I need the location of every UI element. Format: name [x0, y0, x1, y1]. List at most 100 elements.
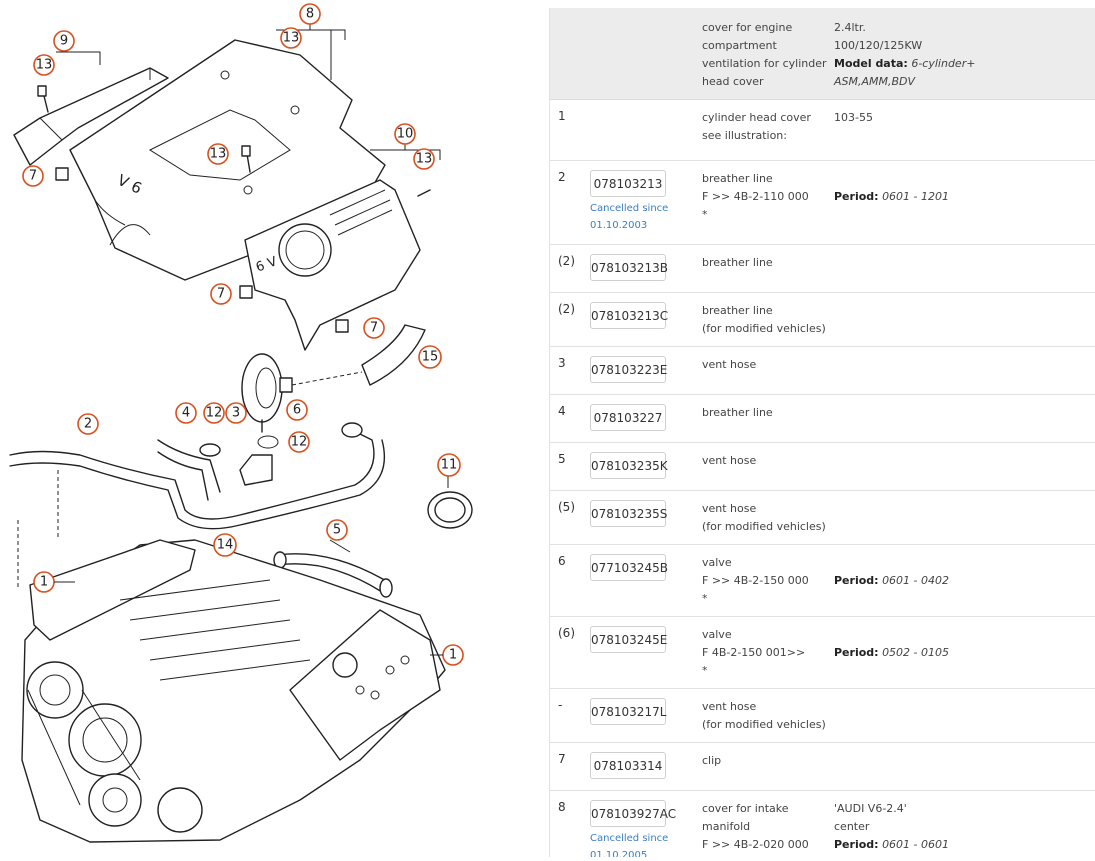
position-number: (2) [558, 254, 575, 268]
part-description: vent hose [702, 358, 757, 371]
callout-13[interactable]: 13 [33, 54, 55, 76]
callout-13[interactable]: 13 [207, 143, 229, 165]
position-number: 7 [558, 752, 566, 766]
part-number-button[interactable]: 078103235S [590, 500, 667, 527]
position-number: 6 [558, 554, 566, 568]
position-number: (6) [558, 626, 575, 640]
part-number-button[interactable]: 078103213B [590, 254, 668, 281]
svg-text:13: 13 [416, 152, 433, 167]
callout-1[interactable]: 1 [33, 571, 55, 593]
svg-text:15: 15 [422, 350, 439, 365]
part-description: vent hose (for modified vehicles) [702, 502, 826, 533]
position-number: 8 [558, 800, 566, 814]
svg-text:7: 7 [217, 287, 225, 302]
part-number-button[interactable]: 078103223E [590, 356, 667, 383]
table-row: 6 077103245B valve F >> 4B-2-150 000 * Peri… [550, 545, 1095, 617]
period-value: 0502 - 0105 [882, 646, 950, 659]
table-row: 3 078103223E vent hose [550, 347, 1095, 395]
svg-text:1: 1 [40, 575, 48, 590]
part-description: breather line (for modified vehicles) [702, 304, 826, 335]
position-number: - [558, 698, 563, 712]
callout-13[interactable]: 13 [413, 148, 435, 170]
table-row: 5 078103235K vent hose [550, 443, 1095, 491]
position-number: 1 [558, 109, 566, 123]
part-description: clip [702, 754, 722, 767]
callout-4[interactable]: 4 [175, 402, 197, 424]
part-number-button[interactable]: 078103213 [590, 170, 666, 197]
position-number: (5) [558, 500, 575, 514]
period-label: Period: [834, 646, 879, 659]
callout-11[interactable]: 11 [437, 453, 461, 477]
callout-9[interactable]: 9 [53, 30, 75, 52]
table-header: cover for engine compartment ventilation… [550, 8, 1095, 100]
part-description: vent hose [702, 454, 757, 467]
svg-text:7: 7 [370, 321, 378, 336]
part-description: breather line [702, 256, 773, 269]
position-number: 5 [558, 452, 566, 466]
svg-text:10: 10 [397, 127, 414, 142]
part-info: Period: 0601 - 1201 [834, 188, 949, 206]
callout-1[interactable]: 1 [442, 644, 464, 666]
position-number: (2) [558, 302, 575, 316]
period-value: 0601 - 0402 [882, 574, 950, 587]
part-number-button[interactable]: 078103245E [590, 626, 667, 653]
part-number-button[interactable]: 078103217L [590, 698, 666, 725]
period-value: 0601 - 1201 [882, 190, 950, 203]
model-data-label: Model data: [834, 57, 908, 70]
callout-7[interactable]: 7 [363, 317, 385, 339]
table-row: - 078103217L vent hose (for modified vehic… [550, 689, 1095, 743]
info-text: 103-55 [834, 111, 873, 124]
callout-12[interactable]: 12 [288, 431, 310, 453]
header-description: cover for engine compartment ventilation… [702, 21, 827, 88]
callout-7[interactable]: 7 [22, 165, 44, 187]
callout-8[interactable]: 8 [299, 3, 321, 25]
callout-14[interactable]: 14 [213, 533, 237, 557]
callout-7[interactable]: 7 [210, 283, 232, 305]
part-info: 103-55 [834, 109, 873, 127]
callout-13[interactable]: 13 [280, 27, 302, 49]
cancelled-note: Cancelled since 01.10.2003 [590, 203, 669, 231]
callout-2[interactable]: 2 [77, 413, 99, 435]
position-number: 2 [558, 170, 566, 184]
part-number-button[interactable]: 078103227 [590, 404, 666, 431]
svg-text:13: 13 [210, 147, 227, 162]
part-number-button[interactable]: 078103314 [590, 752, 666, 779]
svg-text:9: 9 [60, 34, 68, 49]
callout-3[interactable]: 3 [225, 402, 247, 424]
parts-table: cover for engine compartment ventilation… [549, 8, 1095, 857]
part-info: Period: 0601 - 0402 [834, 572, 949, 590]
exploded-diagram: V 6 6 V 9 13 8 13 13 10 13 7 7 7 15 6 4 … [0, 0, 540, 857]
callout-10[interactable]: 10 [394, 123, 416, 145]
callout-5[interactable]: 5 [326, 519, 348, 541]
svg-text:12: 12 [291, 435, 308, 450]
period-label: Period: [834, 574, 879, 587]
part-description: breather line F >> 4B-2-110 000 * [702, 172, 809, 221]
svg-text:2: 2 [84, 417, 92, 432]
table-row: (2) 078103213B breather line [550, 245, 1095, 293]
table-row: 1 cylinder head cover see illustration: 10… [550, 100, 1095, 161]
callout-15[interactable]: 15 [418, 345, 442, 369]
callout-6[interactable]: 6 [286, 399, 308, 421]
position-number: 3 [558, 356, 566, 370]
svg-text:4: 4 [182, 406, 190, 421]
part-number-button[interactable]: 078103927AC [590, 800, 676, 827]
period-label: Period: [834, 190, 879, 203]
model-data-codes: ASM,AMM,BDV [834, 75, 916, 88]
part-info: 'AUDI V6-2.4' center Period: 0601 - 0601 [834, 800, 949, 854]
position-number: 4 [558, 404, 566, 418]
table-row: (5) 078103235S vent hose (for modified veh… [550, 491, 1095, 545]
svg-text:8: 8 [306, 7, 314, 22]
table-row: (6) 078103245E valve F 4B-2-150 001>> * Per… [550, 617, 1095, 689]
part-number-button[interactable]: 078103213C [590, 302, 668, 329]
callout-12[interactable]: 12 [203, 402, 225, 424]
part-number-button[interactable]: 078103235K [590, 452, 668, 479]
svg-text:11: 11 [441, 458, 458, 473]
part-description: vent hose (for modified vehicles) [702, 700, 826, 731]
period-value: 0601 - 0601 [882, 838, 950, 851]
svg-text:14: 14 [217, 538, 234, 553]
cancelled-note: Cancelled since 01.10.2005 [590, 833, 669, 857]
svg-text:12: 12 [206, 406, 223, 421]
part-description: breather line [702, 406, 773, 419]
part-number-button[interactable]: 077103245B [590, 554, 668, 581]
info-text: 'AUDI V6-2.4' center [834, 802, 907, 833]
